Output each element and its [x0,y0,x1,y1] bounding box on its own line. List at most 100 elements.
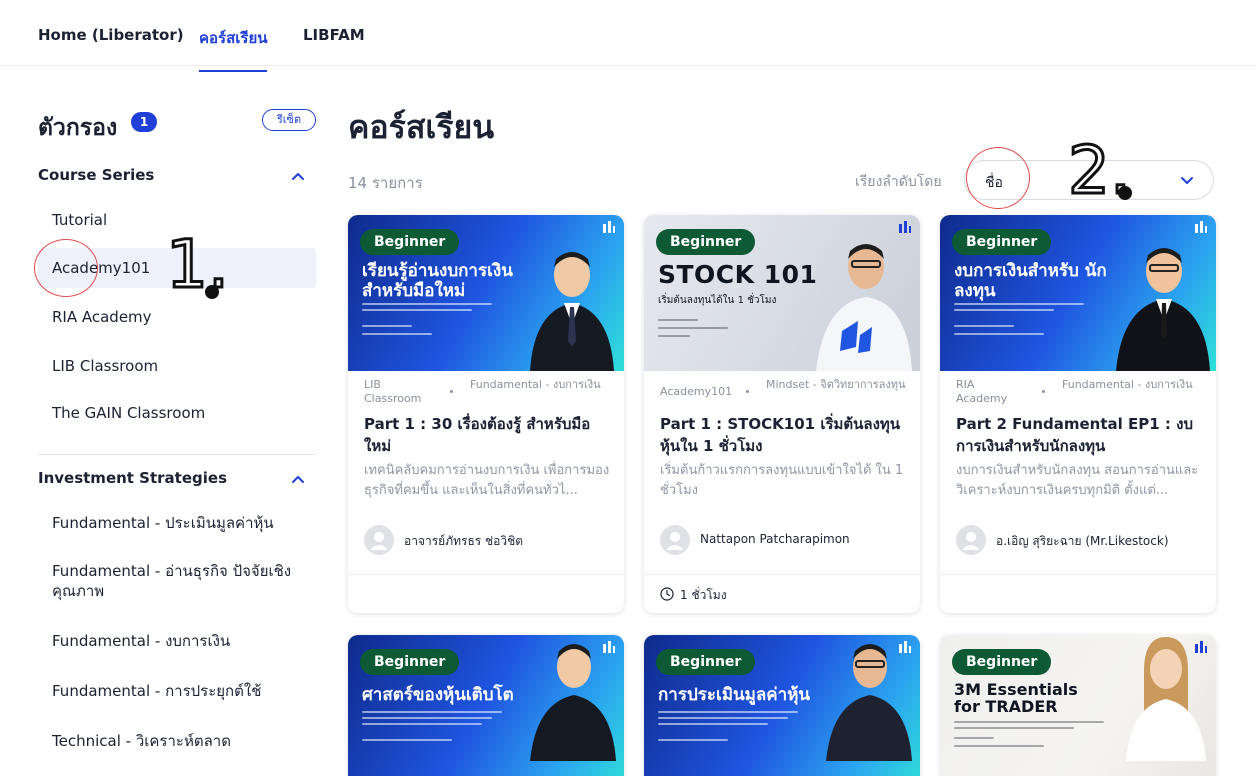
thumbnail-fine-text [658,319,698,321]
filter-sidebar: ตัวกรอง 1 รีเซ็ต Course Series Tutorial … [0,66,330,776]
thumbnail-fine-text [954,727,1074,729]
annotation-circle-1 [34,239,98,297]
card-duration: 1 ชั่วโมง [660,586,727,605]
chevron-up-icon[interactable] [290,168,306,184]
sidebar-item-fundamental-financials[interactable]: Fundamental - งบการเงิน [38,631,316,651]
instructor-photo [530,252,614,371]
card-footer-divider [348,574,624,575]
course-card[interactable]: Beginner 3M Essentials for TRADER [940,635,1216,776]
course-card[interactable]: Beginner ศาสตร์ของหุ้นเติบโต [348,635,624,776]
meta-separator [746,390,749,393]
sort-label: เรียงลำดับโดย [855,174,942,190]
thumbnail-subtitle: เริ่มต้นลงทุนได้ใน 1 ชั่วโมง [658,295,777,306]
course-thumbnail: Beginner STOCK 101 เริ่มต้นลงทุนได้ใน 1 … [644,215,920,371]
card-category: RIA Academy [956,378,1008,405]
thumbnail-fine-text [658,327,728,329]
duration-text: 1 ชั่วโมง [680,588,727,602]
course-thumbnail: Beginner งบการเงินสำหรับ นักลงทุน [940,215,1216,371]
meta-separator [450,390,453,393]
card-description: เทคนิคลับคมการอ่านงบการเงิน เพื่อการมองธ… [364,463,610,498]
course-card[interactable]: Beginner เรียนรู้อ่านงบการเงิน สำหรับมือ… [348,215,624,613]
card-description: เริ่มต้นก้าวแรกการลงทุนแบบเข้าใจได้ ใน 1… [660,463,904,498]
card-footer-divider [940,574,1216,575]
course-card[interactable]: Beginner งบการเงินสำหรับ นักลงทุน RIA Ac… [940,215,1216,613]
nav-home[interactable]: Home (Liberator) [38,26,184,44]
course-thumbnail: Beginner 3M Essentials for TRADER [940,635,1216,776]
nav-courses[interactable]: คอร์สเรียน [199,26,268,72]
annotation-dot-2 [1118,186,1132,200]
card-category: LIB Classroom [364,378,422,405]
level-badge: Beginner [360,649,460,675]
thumbnail-title: 3M Essentials for TRADER [954,680,1078,716]
card-description: งบการเงินสำหรับนักลงทุน สอนการอ่านและวิเ… [956,463,1199,498]
card-author: อ.เอิญ สุริยะฉาย (Mr.Likestock) [956,525,1206,555]
sidebar-item-fundamental-valuation[interactable]: Fundamental - ประเมินมูลค่าหุ้น [38,513,316,533]
level-badge: Beginner [360,229,460,255]
filter-title: ตัวกรอง [38,115,118,141]
result-count: 14 รายการ [348,174,423,192]
author-name: Nattapon Patcharapimon [700,532,850,546]
card-category: Academy101 [660,385,733,398]
instructor-photo [1126,637,1206,761]
chevron-down-icon [1181,177,1193,184]
chevron-up-icon[interactable] [290,471,306,487]
course-card[interactable]: Beginner การประเมินมูลค่าหุ้น [644,635,920,776]
thumbnail-fine-text [954,325,1014,327]
card-meta: LIB Classroom Fundamental - งบการเงิน [364,378,614,408]
author-name: อาจารย์ภัทรธร ช่อวิชิต [404,534,524,548]
card-author: Nattapon Patcharapimon [660,525,910,555]
card-footer-divider [644,574,920,575]
section-divider [38,454,316,455]
card-title[interactable]: Part 2 Fundamental EP1 : งบการเงินสำหรับ… [956,413,1202,457]
card-tag: Fundamental - งบการเงิน [470,378,601,391]
page-title: คอร์สเรียน [348,108,495,146]
clock-icon [660,587,674,601]
avatar-icon [364,525,394,555]
instructor-photo [1116,248,1210,371]
thumbnail-fine-text [954,309,1054,311]
sidebar-item-gain-classroom[interactable]: The GAIN Classroom [38,403,316,423]
course-thumbnail: Beginner ศาสตร์ของหุ้นเติบโต [348,635,624,776]
reset-button[interactable]: รีเซ็ต [262,109,316,131]
course-series-heading[interactable]: Course Series [38,166,154,184]
level-badge: Beginner [952,229,1052,255]
author-name: อ.เอิญ สุริยะฉาย (Mr.Likestock) [996,534,1169,548]
card-meta: Academy101 Mindset - จิตวิทยาการลงทุน [660,378,910,408]
investment-strategies-heading[interactable]: Investment Strategies [38,469,227,487]
thumbnail-fine-text [658,739,728,741]
sidebar-item-fundamental-business[interactable]: Fundamental - อ่านธุรกิจ ปัจจัยเชิงคุณภา… [38,561,308,601]
thumbnail-fine-text [954,303,1084,305]
sidebar-item-technical-market[interactable]: Technical - วิเคราะห์ตลาด [38,731,316,751]
thumbnail-fine-text [362,325,412,327]
brand-logo-icon [1195,221,1207,233]
sidebar-item-ria-academy[interactable]: RIA Academy [38,307,316,327]
brand-logo-icon [603,221,615,233]
top-nav: Home (Liberator) คอร์สเรียน LIBFAM [0,0,1256,72]
thumbnail-fine-text [362,739,452,741]
meta-separator [1042,390,1045,393]
thumbnail-fine-text [658,335,690,337]
thumbnail-fine-text [362,723,482,725]
avatar-icon [956,525,986,555]
thumbnail-fine-text [658,711,798,713]
card-meta: RIA Academy Fundamental - งบการเงิน [956,378,1206,408]
card-tag: Mindset - จิตวิทยาการลงทุน [766,378,906,391]
sidebar-item-lib-classroom[interactable]: LIB Classroom [38,356,316,376]
card-author: อาจารย์ภัทรธร ช่อวิชิต [364,525,614,555]
thumbnail-fine-text [954,333,1044,335]
course-thumbnail: Beginner เรียนรู้อ่านงบการเงิน สำหรับมือ… [348,215,624,371]
card-title[interactable]: Part 1 : STOCK101 เริ่มต้นลงทุนหุ้นใน 1 … [660,413,906,457]
thumbnail-fine-text [362,717,492,719]
thumbnail-title: การประเมินมูลค่าหุ้น [658,685,811,705]
thumbnail-fine-text [658,723,768,725]
thumbnail-fine-text [954,745,1044,747]
nav-libfam[interactable]: LIBFAM [303,26,365,44]
thumbnail-fine-text [658,717,788,719]
thumbnail-fine-text [362,711,502,713]
thumbnail-title: งบการเงินสำหรับ นักลงทุน [954,261,1107,301]
thumbnail-fine-text [362,303,492,305]
sidebar-item-fundamental-applied[interactable]: Fundamental - การประยุกต์ใช้ [38,681,316,701]
card-title[interactable]: Part 1 : 30 เรื่องต้องรู้ สำหรับมือใหม่ [364,413,610,457]
course-card[interactable]: Beginner STOCK 101 เริ่มต้นลงทุนได้ใน 1 … [644,215,920,613]
thumbnail-title: เรียนรู้อ่านงบการเงิน สำหรับมือใหม่ [362,261,513,301]
